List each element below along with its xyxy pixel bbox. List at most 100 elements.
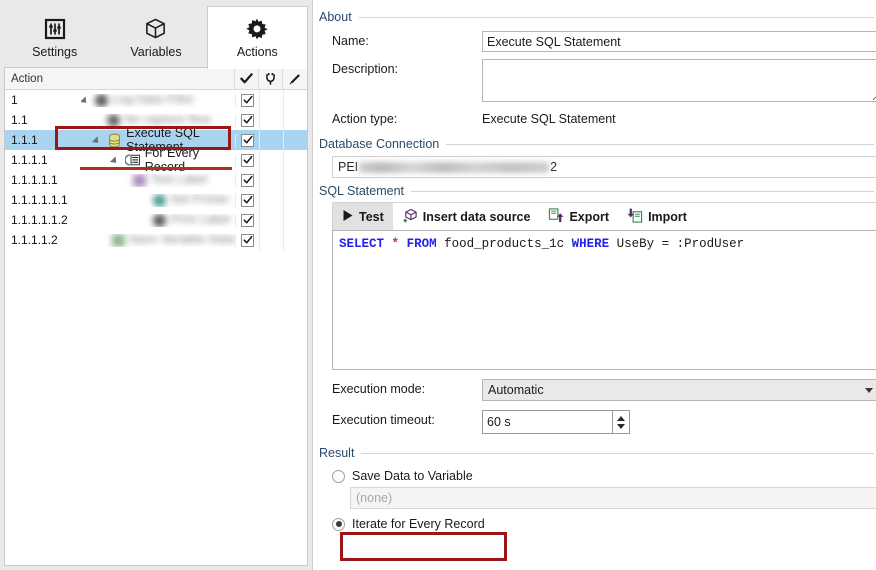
action-type-label: Action type: xyxy=(319,109,482,126)
table-row[interactable]: 1 Log Data Filter xyxy=(5,90,307,110)
export-button[interactable]: Export xyxy=(539,203,618,230)
result-group: Result Save Data to Variable (none) Iter… xyxy=(319,446,876,531)
execution-mode-label: Execution mode: xyxy=(319,379,482,396)
stepper-up-icon[interactable] xyxy=(617,416,625,421)
redacted-label: Test Label xyxy=(133,174,207,187)
row-checkbox[interactable] xyxy=(235,174,259,187)
sql-space xyxy=(399,237,407,251)
execution-mode-select[interactable]: Automatic xyxy=(482,379,876,401)
table-row[interactable]: 1.1.1.1.1.1 Set Printer xyxy=(5,190,307,210)
properties-panel: About Name: Description: Action type: Ex… xyxy=(313,0,876,570)
annotation-underline-for-every-record xyxy=(80,167,232,170)
insert-data-source-button[interactable]: Insert data source xyxy=(393,203,540,230)
execution-mode-value: Automatic xyxy=(488,383,544,397)
pencil-icon[interactable] xyxy=(283,68,307,89)
database-connection-title: Database Connection xyxy=(319,137,439,151)
stepper-buttons[interactable] xyxy=(612,410,630,434)
tab-variables[interactable]: Variables xyxy=(105,6,206,69)
row-checkbox[interactable] xyxy=(235,234,259,247)
row-content: Save Variable Data xyxy=(81,234,235,247)
redacted-connection-string xyxy=(359,162,549,173)
expander-icon[interactable] xyxy=(111,155,121,165)
test-button-label: Test xyxy=(359,210,384,224)
row-number: 1.1.1.1.1.1 xyxy=(5,193,81,207)
about-group: About Name: Description: Action type: Ex… xyxy=(319,10,876,126)
expander-icon[interactable] xyxy=(93,135,103,145)
save-to-variable-label: Save Data to Variable xyxy=(352,469,473,483)
description-input[interactable] xyxy=(482,59,876,102)
insert-data-source-label: Insert data source xyxy=(423,210,531,224)
left-panel: Settings Variables xyxy=(0,0,313,570)
sql-token-condition: UseBy = :ProdUser xyxy=(609,237,744,251)
group-divider xyxy=(359,17,874,18)
stepper-down-icon[interactable] xyxy=(617,424,625,429)
sql-statement-title: SQL Statement xyxy=(319,184,404,198)
connection-suffix: 2 xyxy=(550,160,557,174)
database-connection-header: Database Connection xyxy=(319,137,876,151)
iterate-for-every-record-radio[interactable] xyxy=(332,518,345,531)
row-checkbox[interactable] xyxy=(235,154,259,167)
database-connection-group: Database Connection PEI 2 xyxy=(319,137,876,178)
sql-token-from: FROM xyxy=(407,237,437,251)
row-content: Log Data Filter xyxy=(81,94,235,107)
sql-toolbar: Test Insert data source xyxy=(332,202,876,230)
connection-prefix: PEI xyxy=(338,160,358,174)
row-number: 1.1 xyxy=(5,113,81,127)
group-divider xyxy=(411,191,874,192)
expander-icon[interactable] xyxy=(81,95,91,105)
sql-statement-header: SQL Statement xyxy=(319,184,876,198)
execution-timeout-input[interactable] xyxy=(482,410,612,434)
redacted-label: Print Label xyxy=(153,214,230,227)
group-divider xyxy=(361,453,874,454)
row-number: 1 xyxy=(5,93,81,107)
table-row[interactable]: 1.1.1.1.1.2 Print Label xyxy=(5,210,307,230)
import-button[interactable]: Import xyxy=(618,203,696,230)
row-checkbox[interactable] xyxy=(235,114,259,127)
cube-icon xyxy=(144,16,167,42)
about-group-title: About xyxy=(319,10,352,24)
export-button-label: Export xyxy=(569,210,609,224)
execution-timeout-row: Execution timeout: xyxy=(319,410,876,434)
row-checkbox[interactable] xyxy=(235,214,259,227)
list-loop-icon xyxy=(125,153,141,167)
row-number: 1.1.1.1.1 xyxy=(5,173,81,187)
name-field-row: Name: xyxy=(319,31,876,52)
row-number: 1.1.1 xyxy=(5,133,81,147)
redacted-label: Set Printer xyxy=(153,194,230,207)
table-row[interactable]: 1.1.1.1.2 Save Variable Data xyxy=(5,230,307,250)
group-divider xyxy=(446,144,874,145)
database-connection-value[interactable]: PEI 2 xyxy=(332,156,876,178)
redacted-label: Save Variable Data xyxy=(112,234,235,247)
tab-settings[interactable]: Settings xyxy=(4,6,105,69)
save-to-variable-radio-row[interactable]: Save Data to Variable xyxy=(319,469,876,483)
checkmark-icon[interactable] xyxy=(235,68,259,89)
tab-actions[interactable]: Actions xyxy=(207,6,308,69)
sql-space xyxy=(384,237,392,251)
column-header-action[interactable]: Action xyxy=(5,68,235,89)
save-to-variable-radio[interactable] xyxy=(332,470,345,483)
row-content: No capture flow xyxy=(81,114,235,127)
test-button[interactable]: Test xyxy=(333,203,393,230)
row-number: 1.1.1.1.2 xyxy=(5,233,81,247)
table-row[interactable]: 1.1.1.1.1 Test Label xyxy=(5,170,307,190)
sliders-icon xyxy=(44,16,66,42)
action-type-value: Execute SQL Statement xyxy=(482,109,876,126)
action-tree-body[interactable]: 1 Log Data Filter 1.1 xyxy=(5,90,307,565)
tab-actions-label: Actions xyxy=(237,45,278,59)
row-checkbox[interactable] xyxy=(235,134,259,147)
row-checkbox[interactable] xyxy=(235,194,259,207)
name-input[interactable] xyxy=(482,31,876,52)
row-content: Test Label xyxy=(81,174,235,187)
variable-select-value: (none) xyxy=(356,491,392,505)
execution-mode-row: Execution mode: Automatic xyxy=(319,379,876,401)
redacted-label: Log Data Filter xyxy=(95,94,194,107)
plug-icon[interactable] xyxy=(259,68,283,89)
sql-editor[interactable]: SELECT * FROM food_products_1c WHERE Use… xyxy=(332,230,876,370)
import-button-label: Import xyxy=(648,210,687,224)
iterate-for-every-record-radio-row[interactable]: Iterate for Every Record xyxy=(319,517,876,531)
tab-settings-label: Settings xyxy=(32,45,77,59)
import-icon xyxy=(627,208,643,226)
row-checkbox[interactable] xyxy=(235,94,259,107)
tab-variables-label: Variables xyxy=(130,45,181,59)
tab-strip: Settings Variables xyxy=(0,0,312,67)
